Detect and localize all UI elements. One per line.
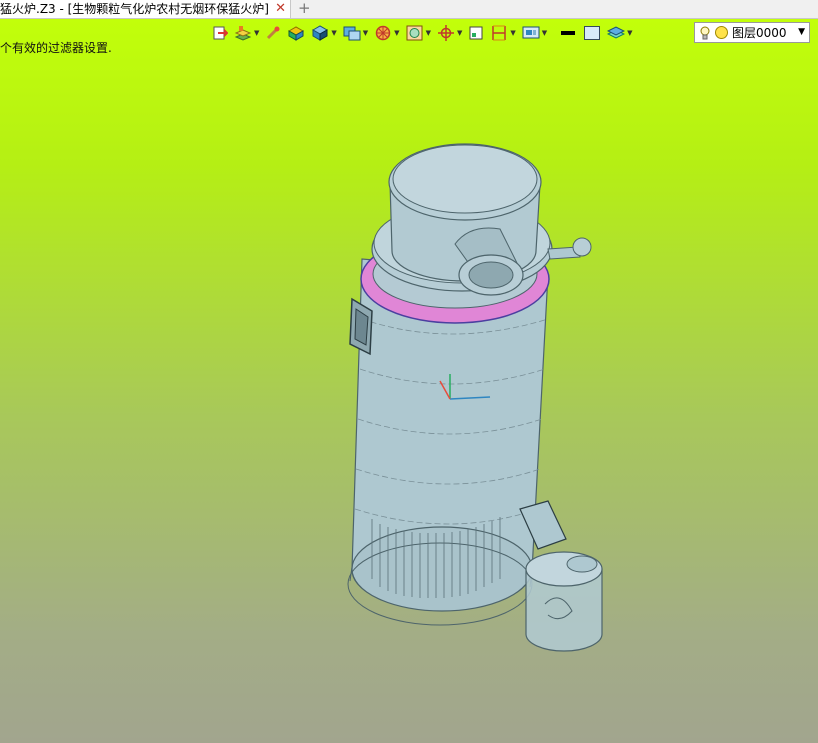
tab-bar: 猛火炉.Z3 - [生物颗粒气化炉农村无烟环保猛火炉] ✕ + [0, 0, 818, 19]
side-cylinder-tank [525, 551, 603, 652]
top-chimney-section [388, 143, 542, 282]
3d-viewport[interactable]: 个有效的过滤器设置. ▼ ▼ ▼ ▼ ▼ ▼ ▼ ▼ ▼ 图层0000 ▼ [0, 19, 818, 743]
side-valve [547, 237, 592, 260]
new-tab-icon[interactable]: + [298, 0, 311, 17]
close-tab-icon[interactable]: ✕ [275, 0, 286, 18]
document-tab[interactable]: 猛火炉.Z3 - [生物颗粒气化炉农村无烟环保猛火炉] ✕ [0, 0, 291, 18]
document-tab-title: 猛火炉.Z3 - [生物颗粒气化炉农村无烟环保猛火炉] [0, 2, 269, 16]
furnace-3d-model[interactable] [0, 19, 818, 743]
